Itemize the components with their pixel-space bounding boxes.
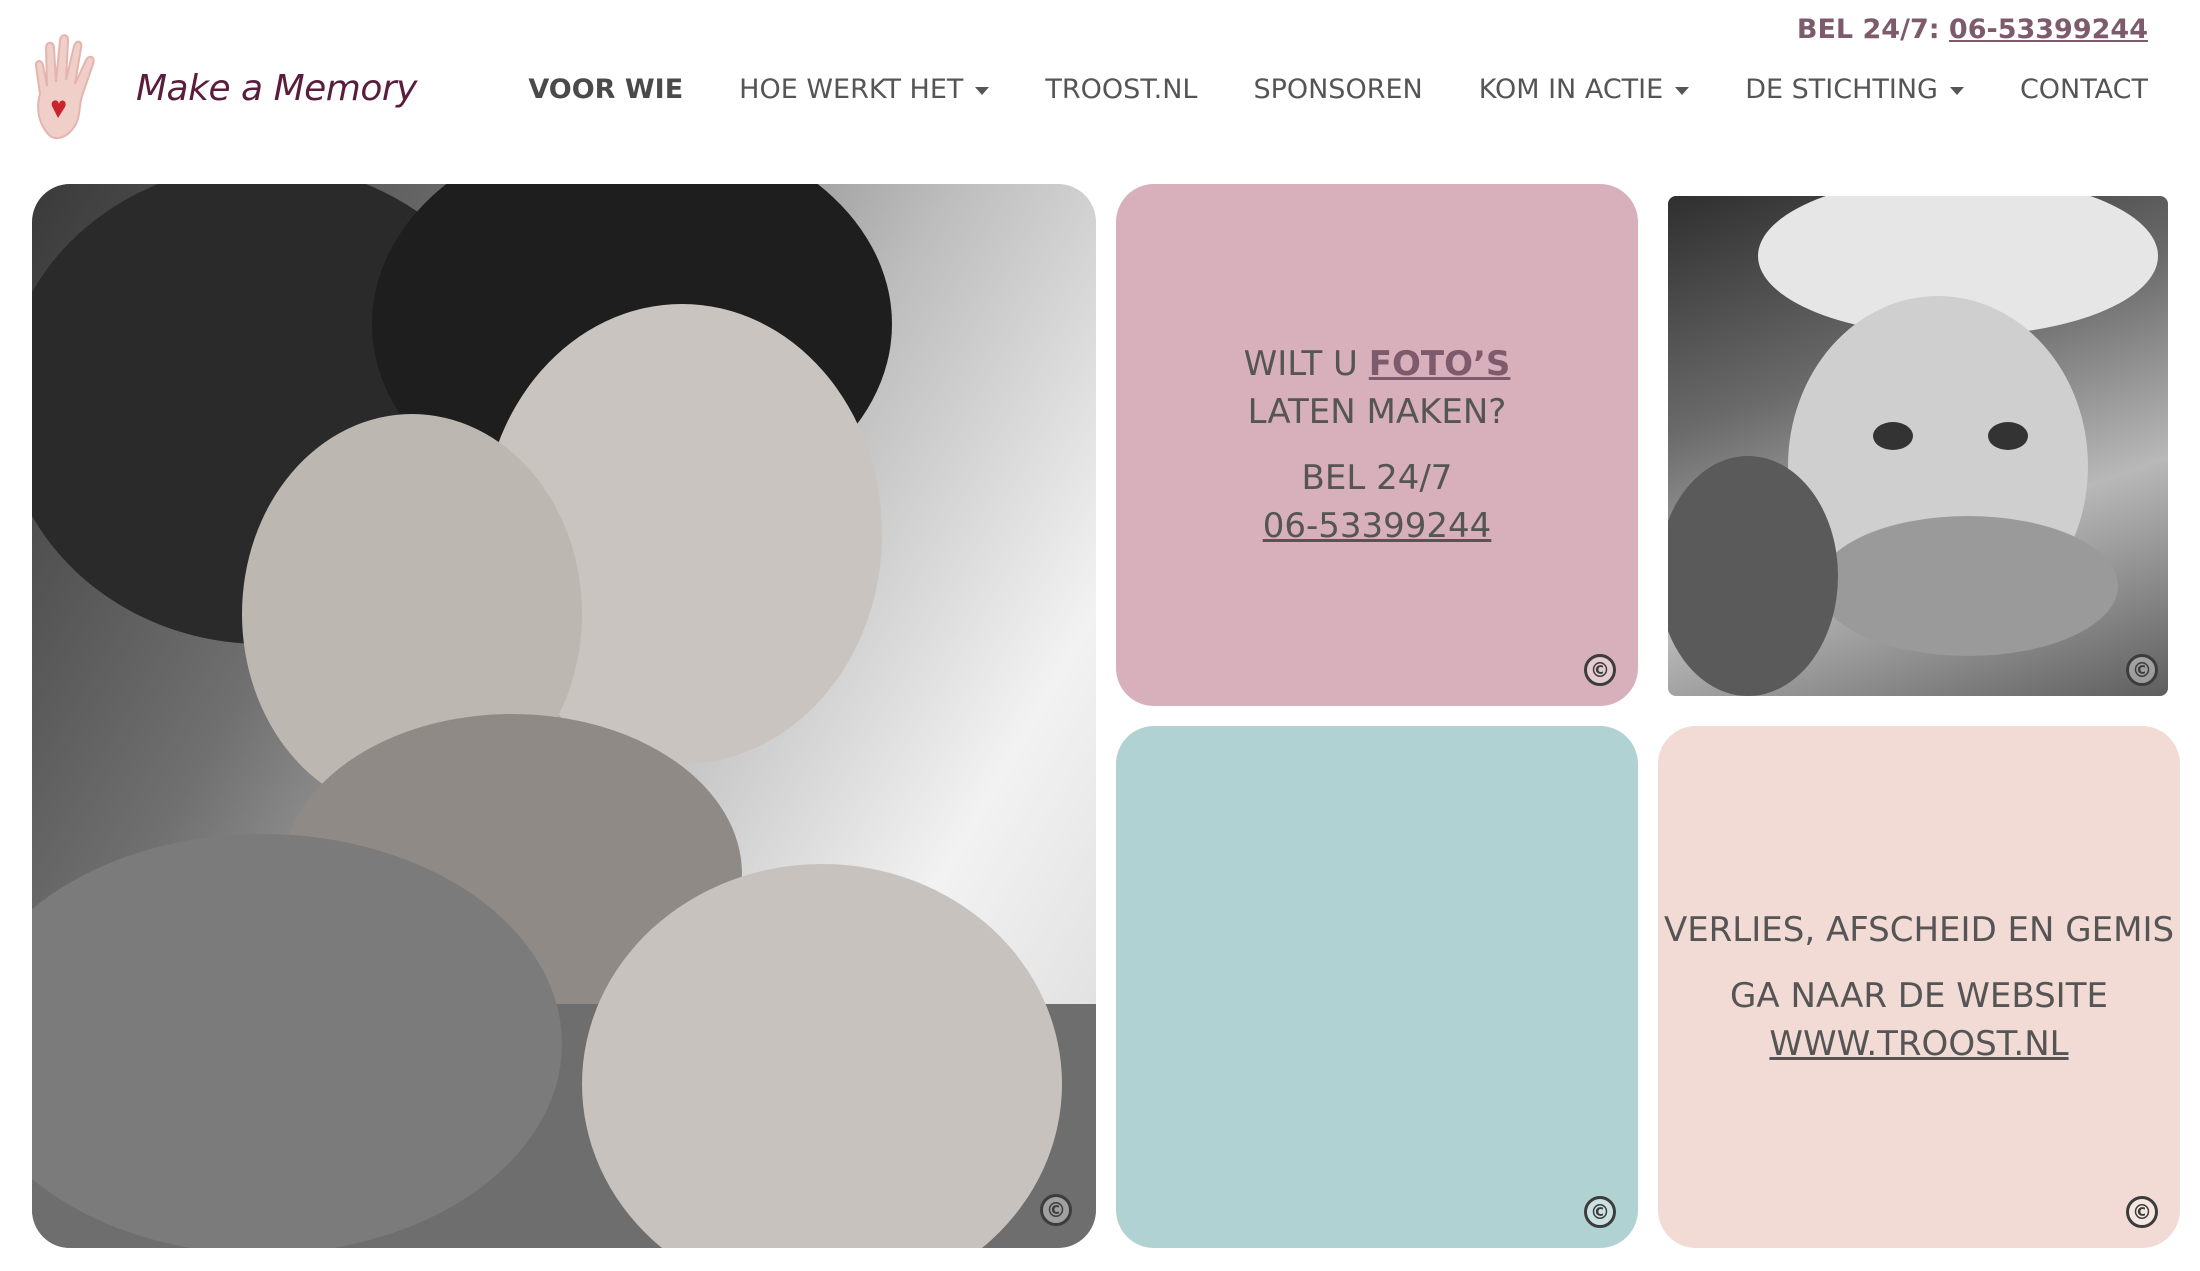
phone-banner-prefix: BEL 24/7: bbox=[1796, 14, 1949, 45]
caret-down-icon bbox=[975, 86, 990, 95]
nav-item-label: CONTACT bbox=[2019, 74, 2148, 105]
troost-heading: VERLIES, AFSCHEID EN GEMIS bbox=[1663, 910, 2175, 950]
hero-photo-parents-with-newborn: © bbox=[32, 184, 1096, 1248]
photo-request-prefix: WILT U bbox=[1243, 344, 1369, 384]
hand-logo-icon bbox=[34, 34, 95, 140]
nav-item-label: DE STICHTING bbox=[1745, 74, 1938, 105]
copyright-icon: © bbox=[1040, 1194, 1072, 1226]
main-navigation: VOOR WIE HOE WERKT HET TROOST.NL SPONSOR… bbox=[472, 74, 2148, 105]
nav-item-label: SPONSOREN bbox=[1253, 74, 1423, 105]
caret-down-icon bbox=[1675, 86, 1690, 95]
photo-request-tile: WILT U FOTO’S LATEN MAKEN? BEL 24/7 06-5… bbox=[1116, 184, 1638, 706]
phone-banner-link[interactable]: 06-53399244 bbox=[1949, 14, 2148, 45]
nav-item-label: VOOR WIE bbox=[528, 74, 684, 105]
site-logo-text: Make a Memory bbox=[136, 67, 417, 109]
teal-tile: © bbox=[1116, 726, 1638, 1248]
phone-banner: BEL 24/7: 06-53399244 bbox=[1797, 14, 2148, 45]
caret-down-icon bbox=[1949, 86, 1964, 95]
copyright-icon: © bbox=[1584, 654, 1616, 686]
photo-child-portrait: © bbox=[1668, 196, 2168, 696]
photo-request-subheading: LATEN MAKEN? bbox=[1247, 392, 1507, 432]
troost-subheading: GA NAAR DE WEBSITE bbox=[1730, 976, 2108, 1016]
nav-item-hoe-werkt-het[interactable]: HOE WERKT HET bbox=[739, 74, 990, 105]
nav-item-troost[interactable]: TROOST.NL bbox=[1045, 74, 1197, 105]
troost-website-link[interactable]: WWW.TROOST.NL bbox=[1769, 1020, 2068, 1068]
nav-item-de-stichting[interactable]: DE STICHTING bbox=[1745, 74, 1964, 105]
site-logo[interactable]: Make a Memory bbox=[30, 28, 417, 140]
nav-item-label: KOM IN ACTIE bbox=[1478, 74, 1664, 105]
nav-item-sponsoren[interactable]: SPONSOREN bbox=[1253, 74, 1422, 105]
phone-link[interactable]: 06-53399244 bbox=[1263, 502, 1492, 550]
nav-item-kom-in-actie[interactable]: KOM IN ACTIE bbox=[1478, 74, 1690, 105]
child-photo-illustration bbox=[1668, 196, 2158, 696]
photo-request-heading: WILT U FOTO’S bbox=[1244, 340, 1511, 388]
troost-tile: VERLIES, AFSCHEID EN GEMIS GA NAAR DE WE… bbox=[1658, 726, 2180, 1248]
nav-item-contact[interactable]: CONTACT bbox=[2020, 74, 2148, 105]
hero-photo-illustration bbox=[32, 184, 1096, 1248]
nav-item-voor-wie[interactable]: VOOR WIE bbox=[528, 74, 683, 105]
nav-item-label: HOE WERKT HET bbox=[739, 74, 964, 105]
fotos-link[interactable]: FOTO’S bbox=[1369, 344, 1511, 384]
copyright-icon: © bbox=[2126, 654, 2158, 686]
nav-item-label: TROOST.NL bbox=[1045, 74, 1198, 105]
call-label: BEL 24/7 bbox=[1301, 458, 1453, 498]
copyright-icon: © bbox=[1584, 1196, 1616, 1228]
copyright-icon: © bbox=[2126, 1196, 2158, 1228]
